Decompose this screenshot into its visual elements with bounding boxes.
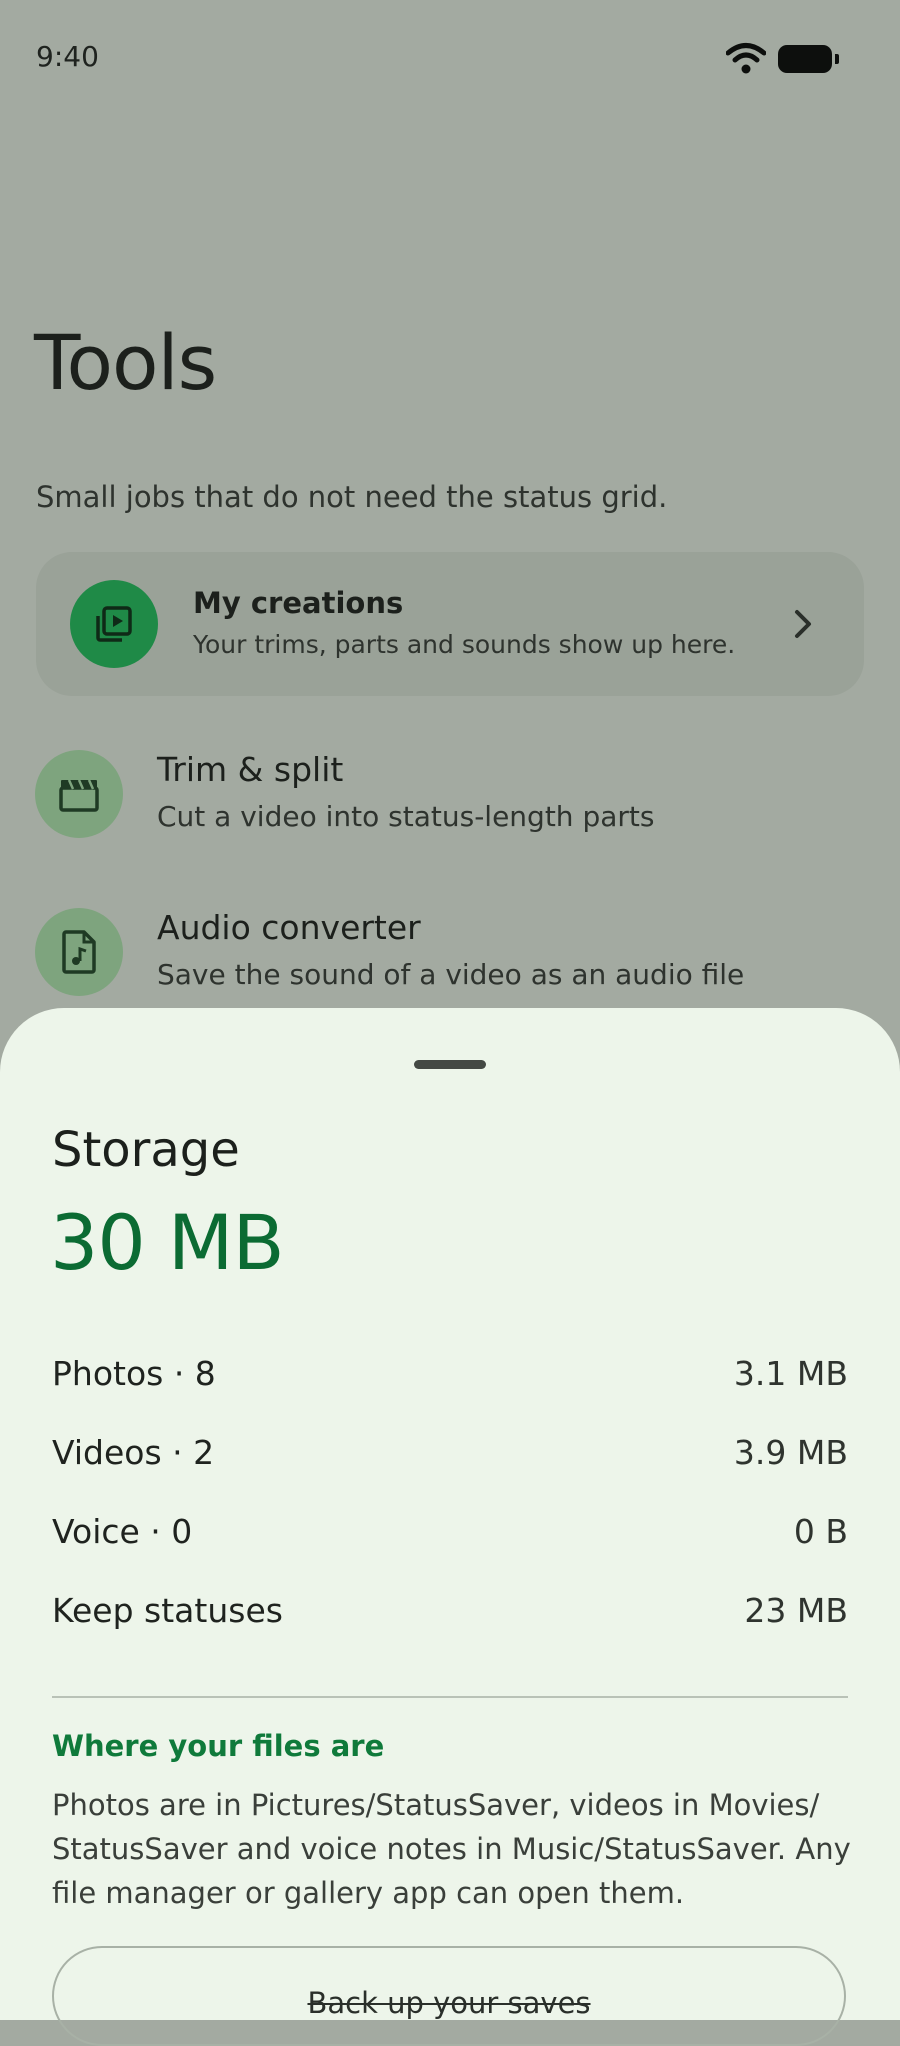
where-files-heading: Where your files are <box>52 1729 385 1763</box>
chevron-right-icon <box>788 604 818 648</box>
tool-subtitle: Save the sound of a video as an audio fi… <box>157 958 745 991</box>
battery-icon <box>778 45 839 73</box>
backup-button-label: Back up your saves <box>307 1986 591 2020</box>
row-label: Videos · 2 <box>52 1433 215 1472</box>
clapperboard-icon <box>35 750 123 838</box>
row-label: Keep statuses <box>52 1591 283 1630</box>
divider <box>52 1696 848 1698</box>
tool-subtitle: Cut a video into status-length parts <box>157 800 655 833</box>
sheet-title: Storage <box>52 1122 240 1178</box>
storage-row-voice: Voice · 0 0 B <box>52 1512 848 1556</box>
status-time: 9:40 <box>36 40 99 73</box>
row-label: Voice · 0 <box>52 1512 193 1551</box>
tool-item-audio-converter[interactable]: Audio converter Save the sound of a vide… <box>0 908 900 1018</box>
my-creations-title: My creations <box>193 586 404 620</box>
video-library-icon <box>70 580 158 668</box>
row-label: Photos · 8 <box>52 1354 216 1393</box>
backup-button[interactable]: Back up your saves <box>52 1946 846 2046</box>
my-creations-subtitle: Your trims, parts and sounds show up her… <box>193 630 736 659</box>
page-subtitle: Small jobs that do not need the status g… <box>36 480 668 514</box>
audio-file-icon <box>35 908 123 996</box>
row-value: 23 MB <box>744 1591 848 1630</box>
my-creations-card[interactable]: My creations Your trims, parts and sound… <box>36 552 864 696</box>
storage-row-photos: Photos · 8 3.1 MB <box>52 1354 848 1398</box>
tool-title: Trim & split <box>157 750 344 789</box>
drag-handle[interactable] <box>414 1060 486 1069</box>
row-value: 3.1 MB <box>733 1354 848 1393</box>
row-value: 3.9 MB <box>733 1433 848 1472</box>
storage-bottom-sheet: Storage 30 MB Photos · 8 3.1 MB Videos ·… <box>0 1008 900 2046</box>
storage-total: 30 MB <box>50 1198 285 1287</box>
wifi-icon <box>725 42 767 78</box>
tool-item-trim-split[interactable]: Trim & split Cut a video into status-len… <box>0 750 900 860</box>
where-files-body: Photos are in Pictures/StatusSaver, vide… <box>52 1788 851 1910</box>
storage-row-keep-statuses: Keep statuses 23 MB <box>52 1591 848 1635</box>
row-value: 0 B <box>793 1512 848 1551</box>
storage-row-videos: Videos · 2 3.9 MB <box>52 1433 848 1477</box>
page-title: Tools <box>34 318 217 407</box>
tool-title: Audio converter <box>157 908 421 947</box>
status-bar: 9:40 <box>0 0 900 120</box>
